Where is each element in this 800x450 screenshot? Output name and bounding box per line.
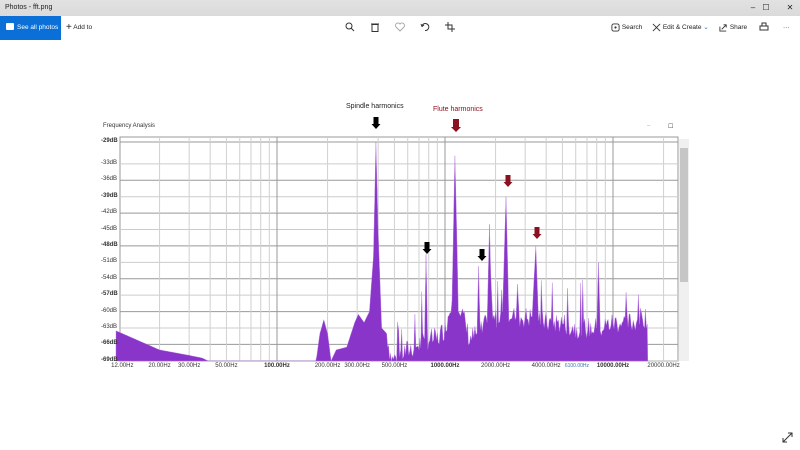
y-tick-label: -69dB <box>101 356 118 363</box>
y-tick-label: -63dB <box>101 323 118 330</box>
x-tick-label: 500.00Hz <box>381 363 408 369</box>
y-tick-label: -60dB <box>101 307 118 314</box>
x-tick-label: 30.00Hz <box>177 363 201 369</box>
y-tick-label: -48dB <box>101 241 118 248</box>
scrollbar-thumb[interactable] <box>680 148 688 282</box>
y-tick-label: -42dB <box>101 209 118 216</box>
x-tick-label: 20000.00Hz <box>647 363 680 369</box>
y-tick-label: -45dB <box>101 225 118 232</box>
x-tick-label: 2000.00Hz <box>481 363 511 369</box>
x-tick-label: 20.00Hz <box>148 363 171 369</box>
x-tick-label: 200.00Hz <box>314 363 341 369</box>
y-tick-label: -51dB <box>101 258 118 265</box>
plot-area <box>119 136 679 362</box>
x-tick-label: 6100.00Hz <box>564 363 590 369</box>
flute-harmonic-arrow-icon <box>451 119 461 132</box>
y-tick-label: -66dB <box>101 340 118 347</box>
spindle-harmonic-arrow-icon <box>371 117 381 129</box>
scrollbar[interactable] <box>679 139 689 361</box>
expand-icon[interactable] <box>782 432 793 443</box>
x-tick-label: 300.00Hz <box>344 363 370 369</box>
y-tick-label: -33dB <box>101 159 118 166</box>
y-tick-label: -29dB <box>101 138 118 144</box>
x-tick-label: 1000.00Hz <box>430 363 460 369</box>
y-tick-label: -36dB <box>101 176 118 183</box>
y-tick-label: -57dB <box>101 291 118 298</box>
x-tick-label: 50.00Hz <box>215 363 238 369</box>
x-tick-label: 12.00Hz <box>111 363 134 369</box>
y-tick-label: -54dB <box>101 274 118 281</box>
x-tick-label: 4000.00Hz <box>531 363 561 369</box>
y-tick-label: -39dB <box>101 192 118 199</box>
x-tick-label: 100.00Hz <box>264 363 290 369</box>
x-tick-label: 10000.00Hz <box>596 363 630 369</box>
